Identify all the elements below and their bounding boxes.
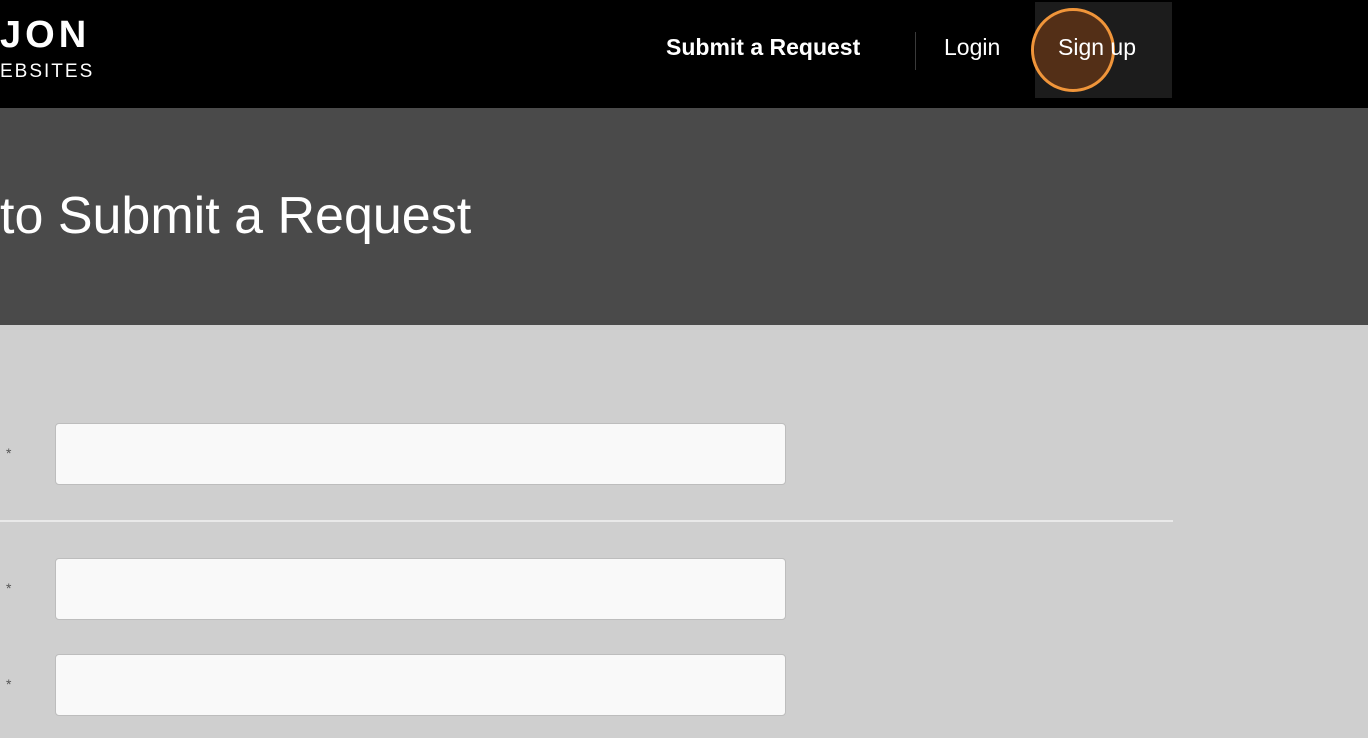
form-field-3[interactable] bbox=[55, 654, 786, 716]
nav-login-link[interactable]: Login bbox=[944, 34, 1000, 61]
form-field-1[interactable] bbox=[55, 423, 786, 485]
page-header-banner: to Submit a Request bbox=[0, 108, 1368, 325]
form-field-2[interactable] bbox=[55, 558, 786, 620]
required-marker: * bbox=[6, 445, 12, 461]
top-navigation-bar: JON EBSITES Submit a Request Login Sign … bbox=[0, 0, 1368, 108]
logo-sub-text: EBSITES bbox=[0, 61, 95, 82]
nav-signup-link[interactable]: Sign up bbox=[1058, 34, 1136, 61]
logo-main-text: JON bbox=[0, 14, 91, 56]
nav-divider bbox=[915, 32, 916, 70]
required-marker: * bbox=[6, 676, 12, 692]
required-marker: * bbox=[6, 580, 12, 596]
request-form: * * * bbox=[0, 325, 1368, 738]
form-section-divider bbox=[0, 520, 1173, 522]
nav-submit-request-link[interactable]: Submit a Request bbox=[666, 34, 860, 61]
page-title: to Submit a Request bbox=[0, 187, 472, 245]
